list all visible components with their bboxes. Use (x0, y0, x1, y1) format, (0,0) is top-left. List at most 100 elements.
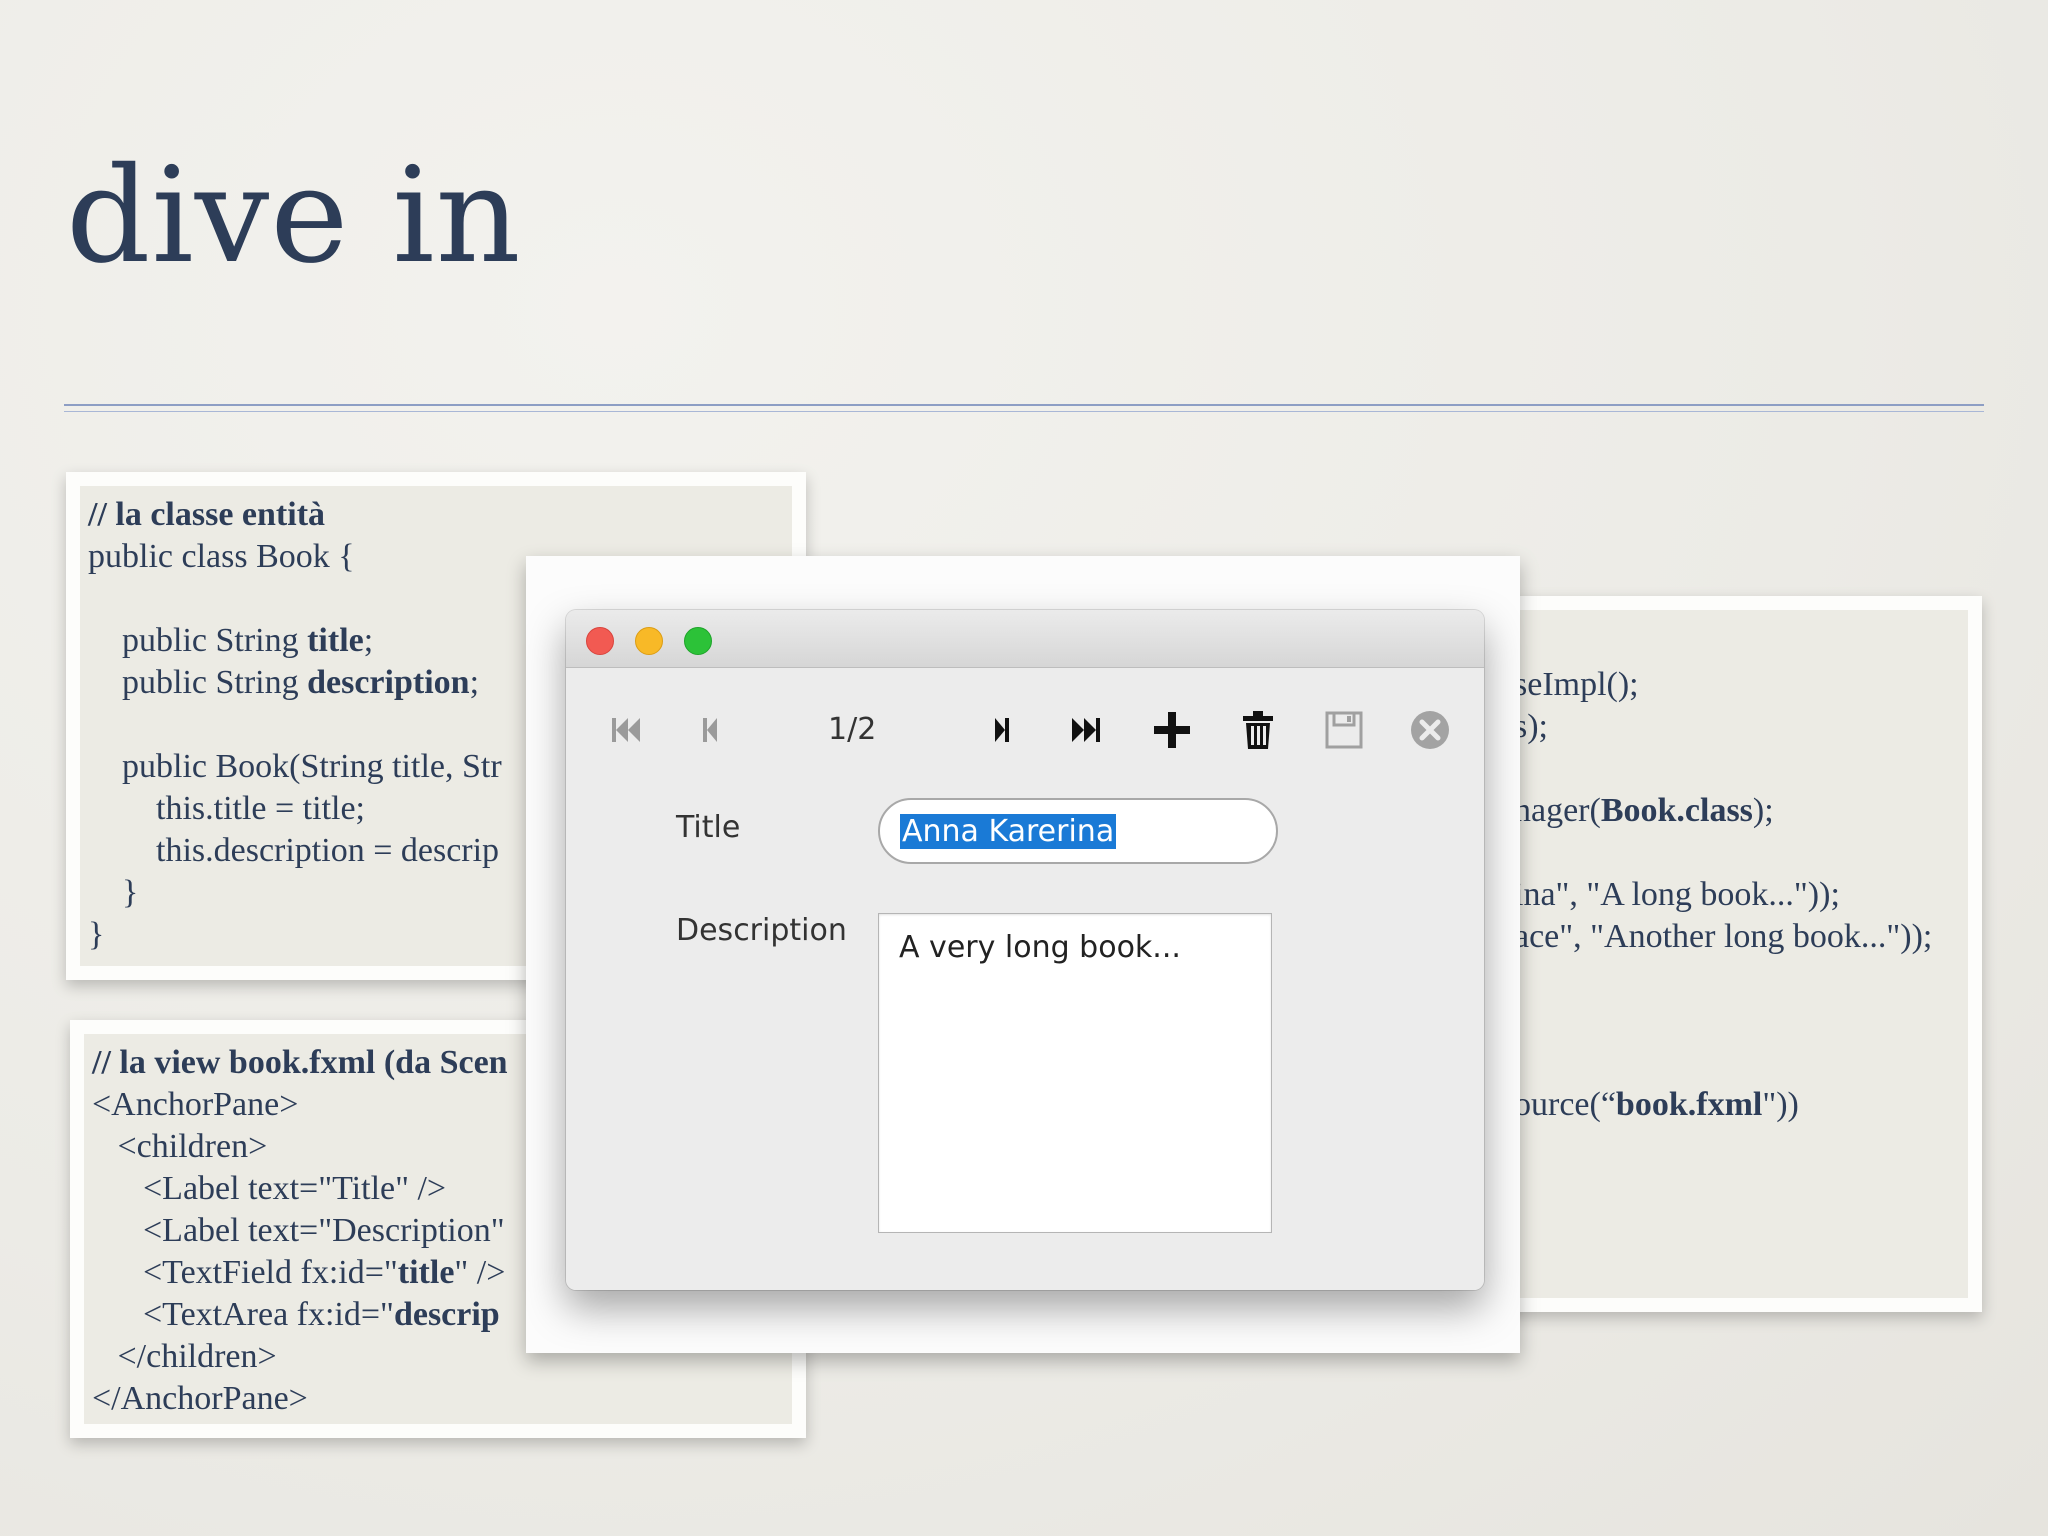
title-label: Title (676, 810, 741, 845)
code-text: ); (1752, 792, 1774, 829)
title-divider-thin (64, 411, 1984, 412)
code-line: <children> (92, 1126, 508, 1168)
code-keyword: book.fxml (1615, 1086, 1763, 1123)
code-text: " /> (454, 1254, 506, 1291)
code-keyword: description (307, 664, 470, 701)
page-indicator: 1/2 (828, 712, 877, 747)
code-text: } (88, 916, 105, 953)
code-line: <AnchorPane> (92, 1084, 508, 1126)
code-line: this.description = descrip (88, 830, 502, 872)
code-line: public String title; (88, 620, 502, 662)
code-text: public String (88, 664, 308, 701)
window-content: 1/2 Title Anna Karerina Description A ve… (566, 668, 1484, 1290)
code-line: <Label text="Title" /> (92, 1168, 508, 1210)
code-block-entity: // la classe entità public class Book { p… (88, 494, 502, 956)
code-text: ; (469, 664, 480, 701)
code-line: nager(Book.class); (1514, 790, 1932, 832)
code-line: </children> (92, 1336, 508, 1378)
code-text: <TextArea fx:id=" (92, 1296, 394, 1333)
code-text: </children> (92, 1338, 277, 1375)
code-line: s); (1514, 706, 1932, 748)
code-text: ource(“ (1514, 1086, 1616, 1123)
slide-title: dive in (66, 139, 522, 293)
code-keyword: descrip (393, 1296, 500, 1333)
code-text: public String (88, 622, 308, 659)
code-text: </AnchorPane> (92, 1380, 308, 1417)
description-textarea[interactable]: A very long book... (878, 913, 1272, 1233)
next-record-icon (995, 718, 1009, 742)
code-line: <TextField fx:id="title" /> (92, 1252, 508, 1294)
save-record-button[interactable] (1324, 710, 1364, 750)
code-line: ina", "A long book...")); (1514, 874, 1932, 916)
first-record-button[interactable] (606, 710, 646, 750)
window-zoom-button[interactable] (684, 627, 712, 655)
code-text: seImpl(); (1514, 666, 1639, 703)
code-card-main: seImpl(); s); nager(Book.class); ina", "A l… (1480, 596, 1982, 1312)
code-text: public class Book { (88, 538, 355, 575)
first-record-icon (612, 718, 640, 742)
add-record-button[interactable] (1152, 710, 1192, 750)
code-line: </AnchorPane> (92, 1378, 508, 1420)
description-label: Description (676, 913, 847, 948)
title-field[interactable]: Anna Karerina (878, 798, 1278, 864)
window-titlebar[interactable] (566, 610, 1484, 668)
close-circle-icon (1411, 711, 1449, 749)
code-line: <Label text="Description" (92, 1210, 508, 1252)
add-icon (1154, 712, 1190, 748)
app-window: 1/2 Title Anna Karerina Description A ve… (566, 610, 1484, 1290)
code-text: public Book(String title, Str (88, 748, 502, 785)
code-block-main: seImpl(); s); nager(Book.class); ina", "A l… (1514, 664, 1932, 1126)
code-text: <Label text="Title" /> (92, 1170, 447, 1207)
code-text: this.title = title; (88, 790, 365, 827)
code-text: // la classe entità (88, 496, 326, 533)
previous-record-button[interactable] (690, 710, 730, 750)
code-line: } (88, 914, 502, 956)
code-line: this.title = title; (88, 788, 502, 830)
code-text: // la view book.fxml (da Scen (92, 1044, 508, 1081)
code-keyword: title (397, 1254, 455, 1291)
code-line: <TextArea fx:id="descrip (92, 1294, 508, 1336)
code-text: ina", "A long book...")); (1514, 876, 1840, 913)
code-keyword: Book.class (1600, 792, 1753, 829)
code-text: <TextField fx:id=" (92, 1254, 398, 1291)
code-text: nager( (1514, 792, 1601, 829)
code-line: public String description; (88, 662, 502, 704)
close-record-button[interactable] (1410, 710, 1450, 750)
code-line: // la classe entità (88, 494, 502, 536)
code-text: <AnchorPane> (92, 1086, 299, 1123)
code-text: <children> (92, 1128, 268, 1165)
code-text: ; (363, 622, 374, 659)
code-line: // la view book.fxml (da Scen (92, 1042, 508, 1084)
code-line: } (88, 872, 502, 914)
code-line: ource(“book.fxml")) (1514, 1084, 1932, 1126)
code-text: this.description = descrip (88, 832, 500, 869)
code-text: ")) (1762, 1086, 1799, 1123)
code-line: public Book(String title, Str (88, 746, 502, 788)
last-record-button[interactable] (1066, 710, 1106, 750)
title-field-selected-text: Anna Karerina (900, 814, 1117, 849)
save-icon (1325, 711, 1363, 749)
delete-record-button[interactable] (1238, 710, 1278, 750)
code-text: <Label text="Description" (92, 1212, 505, 1249)
window-close-button[interactable] (586, 627, 614, 655)
code-text: ace", "Another long book...")); (1514, 918, 1933, 955)
previous-record-icon (703, 718, 717, 742)
window-minimize-button[interactable] (635, 627, 663, 655)
code-line: ace", "Another long book...")); (1514, 916, 1932, 958)
code-block-view: // la view book.fxml (da Scen <AnchorPane… (92, 1042, 508, 1420)
code-keyword: title (307, 622, 364, 659)
code-text: } (88, 874, 139, 911)
last-record-icon (1072, 718, 1100, 742)
trash-icon (1243, 711, 1273, 749)
code-line: seImpl(); (1514, 664, 1932, 706)
next-record-button[interactable] (982, 710, 1022, 750)
title-divider (64, 404, 1984, 406)
code-line: public class Book { (88, 536, 502, 578)
